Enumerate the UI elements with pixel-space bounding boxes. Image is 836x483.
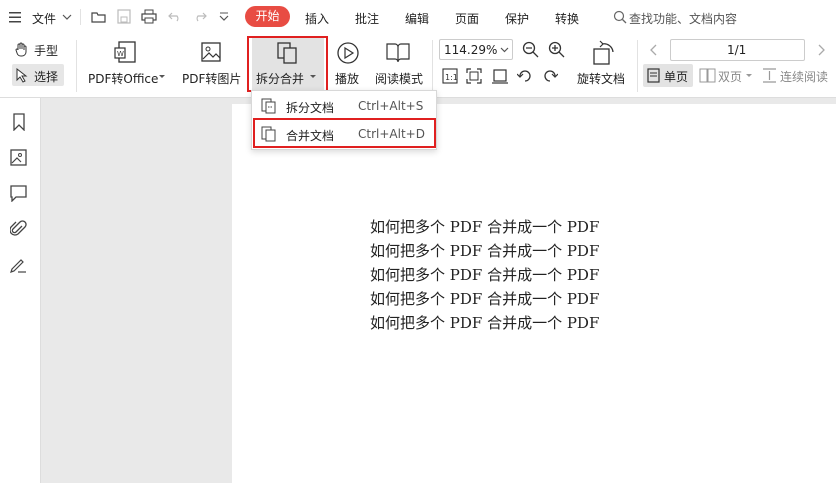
comment-icon[interactable] xyxy=(10,185,27,202)
save-icon[interactable] xyxy=(117,9,131,24)
play-icon xyxy=(337,42,359,64)
zoom-select[interactable]: 114.29% xyxy=(439,39,513,60)
open-folder-icon[interactable] xyxy=(91,10,107,24)
undo-icon[interactable] xyxy=(168,10,182,22)
menu-bar: 文件 开始 插入 批注 编辑 页面 保护 转换 查找功能、文档内容 xyxy=(0,0,836,34)
rotate-document-label: 旋转文档 xyxy=(577,72,626,86)
hand-tool-label: 手型 xyxy=(34,44,59,58)
chevron-down-icon xyxy=(310,75,316,78)
tab-edit[interactable]: 编辑 xyxy=(405,10,429,27)
redo-icon[interactable] xyxy=(193,10,207,22)
next-page-icon[interactable] xyxy=(818,44,826,56)
zoom-in-icon[interactable] xyxy=(548,41,565,58)
print-icon[interactable] xyxy=(141,9,157,24)
hand-tool-button[interactable]: 手型 xyxy=(12,40,68,60)
double-page-icon xyxy=(699,68,716,83)
search-box[interactable]: 查找功能、文档内容 xyxy=(629,10,737,27)
chevron-down-icon xyxy=(159,75,165,78)
tab-annotate[interactable]: 批注 xyxy=(355,10,379,27)
menu-item-merge-document[interactable]: 合并文档 Ctrl+Alt+D xyxy=(252,120,438,148)
page-number-value: 1/1 xyxy=(727,43,747,57)
merge-document-icon xyxy=(261,126,276,142)
double-page-label: 双页 xyxy=(718,70,743,84)
fit-page-icon[interactable] xyxy=(466,68,482,84)
svg-text:1:1: 1:1 xyxy=(445,73,458,82)
chevron-down-icon xyxy=(500,47,509,53)
tab-start[interactable]: 开始 xyxy=(245,6,290,27)
pdf-to-office-label: PDF转Office xyxy=(88,72,159,86)
continuous-reading-label: 连续阅读 xyxy=(780,70,829,84)
double-page-button[interactable]: 双页 xyxy=(697,64,755,87)
play-button[interactable]: 播放 xyxy=(332,38,364,92)
cursor-arrow-icon xyxy=(16,68,28,83)
tab-page[interactable]: 页面 xyxy=(455,10,479,27)
file-menu[interactable]: 文件 xyxy=(32,10,56,27)
read-mode-button[interactable]: 阅读模式 xyxy=(372,38,426,92)
document-text-line: 如何把多个 PDF 合并成一个 PDF xyxy=(370,218,600,236)
ribbon-toolbar: 手型 选择 W PDF转Office PDF转图片 拆分合并 播放 阅读模式 1… xyxy=(0,34,836,98)
image-icon xyxy=(201,42,221,62)
split-merge-icon xyxy=(277,42,297,64)
svg-text:W: W xyxy=(117,50,124,58)
chevron-down-icon[interactable] xyxy=(62,13,72,21)
continuous-reading-icon xyxy=(763,68,776,83)
page-number-input[interactable]: 1/1 xyxy=(670,39,805,61)
chevron-down-icon xyxy=(746,74,752,77)
book-icon xyxy=(386,43,410,63)
pdf-to-office-button[interactable]: W PDF转Office xyxy=(84,38,168,92)
signature-icon[interactable] xyxy=(9,256,27,274)
search-icon xyxy=(613,10,627,24)
document-text-line: 如何把多个 PDF 合并成一个 PDF xyxy=(370,242,600,260)
menu-item-shortcut: Ctrl+Alt+S xyxy=(358,99,424,113)
document-text-line: 如何把多个 PDF 合并成一个 PDF xyxy=(370,314,600,332)
split-merge-label: 拆分合并 xyxy=(256,72,305,86)
pdf-to-image-label: PDF转图片 xyxy=(182,72,242,86)
pdf-to-image-button[interactable]: PDF转图片 xyxy=(178,38,242,92)
single-page-label: 单页 xyxy=(664,70,689,84)
zoom-out-icon[interactable] xyxy=(522,41,539,58)
actual-size-icon[interactable]: 1:1 xyxy=(442,68,458,84)
select-tool-button[interactable]: 选择 xyxy=(12,64,64,86)
tab-convert[interactable]: 转换 xyxy=(555,10,579,27)
bookmark-icon[interactable] xyxy=(11,113,27,131)
menu-item-shortcut: Ctrl+Alt+D xyxy=(358,127,425,141)
rotate-document-icon xyxy=(593,40,614,65)
previous-page-icon[interactable] xyxy=(649,44,657,56)
read-mode-label: 阅读模式 xyxy=(375,72,424,86)
single-page-button[interactable]: 单页 xyxy=(643,64,693,87)
hamburger-icon[interactable] xyxy=(9,11,22,23)
left-sidebar xyxy=(0,98,41,483)
fit-width-icon[interactable] xyxy=(492,68,508,84)
split-merge-button[interactable]: 拆分合并 xyxy=(252,38,324,90)
attachment-icon[interactable] xyxy=(10,220,27,238)
document-text-line: 如何把多个 PDF 合并成一个 PDF xyxy=(370,290,600,308)
rotate-left-icon[interactable] xyxy=(517,68,533,84)
tab-protect[interactable]: 保护 xyxy=(505,10,529,27)
menu-item-split-document[interactable]: 拆分文档 Ctrl+Alt+S xyxy=(252,92,438,120)
pdf-to-word-icon: W xyxy=(114,41,136,63)
rotate-right-icon[interactable] xyxy=(542,68,558,84)
zoom-value: 114.29% xyxy=(444,43,498,57)
play-label: 播放 xyxy=(335,72,360,86)
split-document-icon xyxy=(261,98,276,114)
document-text-line: 如何把多个 PDF 合并成一个 PDF xyxy=(370,266,600,284)
rotate-document-button[interactable]: 旋转文档 xyxy=(574,38,630,92)
hand-icon xyxy=(15,42,27,57)
split-merge-dropdown-menu: 拆分文档 Ctrl+Alt+S 合并文档 Ctrl+Alt+D xyxy=(251,90,437,150)
single-page-icon xyxy=(647,68,660,83)
menu-item-label: 拆分文档 xyxy=(286,101,335,115)
menu-item-label: 合并文档 xyxy=(286,129,335,143)
select-tool-label: 选择 xyxy=(34,70,59,84)
continuous-reading-button[interactable]: 连续阅读 xyxy=(760,64,836,87)
tab-insert[interactable]: 插入 xyxy=(305,10,329,27)
thumbnail-image-icon[interactable] xyxy=(10,149,27,166)
quick-access-dropdown-icon[interactable] xyxy=(219,12,229,22)
